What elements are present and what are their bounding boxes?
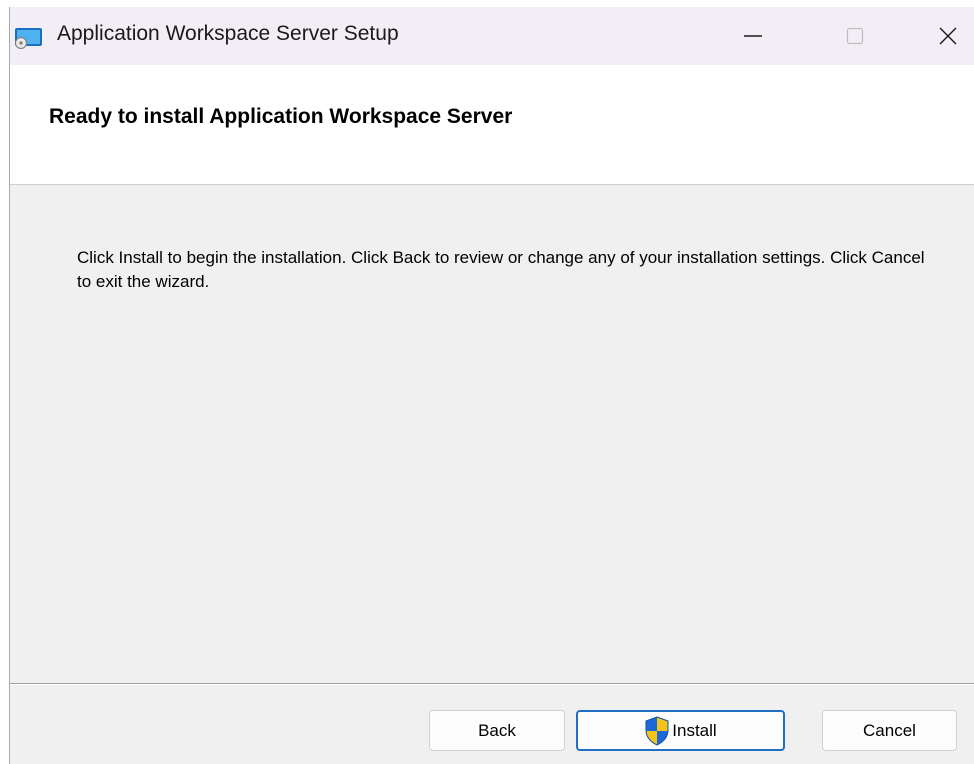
close-button[interactable]	[925, 7, 971, 65]
window-title: Application Workspace Server Setup	[57, 22, 399, 45]
maximize-button	[832, 7, 878, 65]
cancel-button-label: Cancel	[863, 720, 916, 740]
page-title: Ready to install Application Workspace S…	[49, 105, 513, 128]
minimize-button[interactable]	[730, 7, 776, 65]
instructions-text: Click Install to begin the installation.…	[77, 248, 925, 291]
footer-divider	[10, 683, 974, 685]
wizard-header: Ready to install Application Workspace S…	[10, 65, 974, 185]
close-icon	[939, 27, 957, 45]
installer-app-icon	[15, 28, 42, 49]
uac-shield-icon	[645, 715, 669, 746]
title-bar[interactable]: Application Workspace Server Setup	[10, 7, 974, 65]
minimize-icon	[744, 35, 762, 37]
back-button-label: Back	[478, 720, 516, 740]
back-button[interactable]: Back	[429, 710, 565, 751]
cancel-button[interactable]: Cancel	[822, 710, 957, 751]
install-button[interactable]: Install	[576, 710, 785, 751]
install-button-label: Install	[672, 720, 717, 740]
setup-window: Application Workspace Server Setup Ready…	[9, 7, 974, 764]
maximize-icon	[846, 27, 864, 45]
